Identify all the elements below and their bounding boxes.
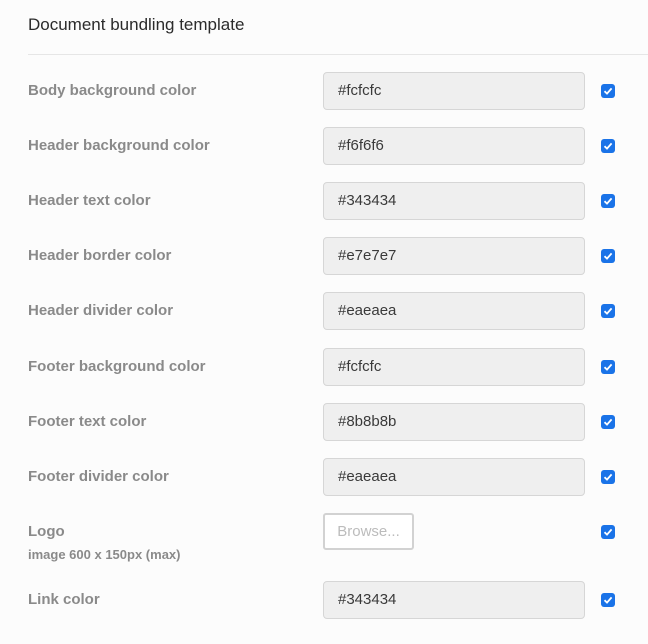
- enable-checkbox[interactable]: [601, 414, 615, 429]
- color-field[interactable]: #f6f6f6: [323, 127, 585, 166]
- color-field[interactable]: #fcfcfc: [323, 72, 585, 110]
- color-row: Body background color #fcfcfc: [0, 72, 648, 112]
- color-row: Footer text color #8b8b8b: [0, 402, 648, 443]
- checkmark-icon: [603, 596, 613, 604]
- link-color-checkbox[interactable]: [601, 593, 615, 607]
- color-label: Body background color: [28, 82, 197, 99]
- color-row: Header background color #f6f6f6: [0, 127, 648, 167]
- enable-checkbox[interactable]: [601, 139, 615, 154]
- color-field[interactable]: #eaeaea: [323, 457, 585, 496]
- page-title: Document bundling template: [28, 15, 245, 34]
- link-color-row: Link color #343434: [0, 581, 648, 621]
- checkmark-icon: [603, 197, 613, 206]
- color-label: Footer text color: [28, 412, 147, 430]
- checkmark-icon: [603, 363, 613, 371]
- checkmark-icon: [603, 473, 613, 481]
- checkmark-icon: [603, 528, 613, 536]
- enable-checkbox[interactable]: [601, 359, 615, 374]
- color-label: Footer divider color: [28, 467, 169, 485]
- color-field[interactable]: #e7e7e7: [323, 237, 585, 276]
- color-field[interactable]: #fcfcfc: [323, 347, 585, 386]
- checkmark-icon: [603, 308, 613, 316]
- color-label: Header background color: [28, 137, 210, 155]
- logo-label: Logo: [28, 523, 65, 540]
- enable-checkbox[interactable]: [601, 304, 615, 319]
- logo-row: Logo image 600 x 150px (max) Browse...: [0, 513, 648, 562]
- checkmark-icon: [603, 87, 613, 95]
- browse-button[interactable]: Browse...: [323, 513, 414, 550]
- enable-checkbox[interactable]: [601, 194, 615, 209]
- link-color-label: Link color: [28, 591, 100, 608]
- color-row: Header divider color #eaeaea: [0, 292, 648, 332]
- color-label: Header text color: [28, 192, 151, 210]
- enable-checkbox[interactable]: [601, 84, 615, 98]
- color-row: Header border color #e7e7e7: [0, 237, 648, 277]
- color-label: Header divider color: [28, 302, 174, 320]
- color-field[interactable]: #eaeaea: [323, 292, 585, 331]
- color-field[interactable]: #343434: [323, 182, 585, 221]
- enable-checkbox[interactable]: [601, 469, 615, 484]
- checkmark-icon: [603, 253, 613, 261]
- color-label: Header border color: [28, 247, 172, 265]
- checkmark-icon: [603, 142, 613, 150]
- header-divider: [28, 54, 648, 55]
- logo-hint: image 600 x 150px (max): [28, 547, 181, 562]
- color-row: Footer background color #fcfcfc: [0, 347, 648, 388]
- link-color-field[interactable]: #343434: [323, 581, 585, 619]
- logo-checkbox[interactable]: [601, 525, 615, 539]
- color-row: Footer divider color #eaeaea: [0, 457, 648, 498]
- color-field[interactable]: #8b8b8b: [323, 402, 585, 441]
- checkmark-icon: [603, 418, 613, 426]
- color-label: Footer background color: [28, 357, 206, 375]
- color-row: Header text color #343434: [0, 182, 648, 222]
- enable-checkbox[interactable]: [601, 249, 615, 264]
